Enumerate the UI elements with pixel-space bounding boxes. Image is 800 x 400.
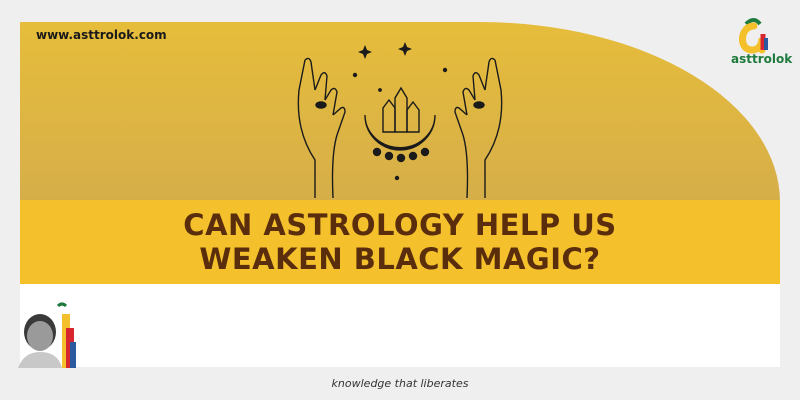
- bottom-white-strip: [20, 284, 780, 367]
- headline-line-1: CAN ASTROLOGY HELP US: [183, 208, 617, 242]
- headline-banner: CAN ASTROLOGY HELP US WEAKEN BLACK MAGIC…: [20, 200, 780, 284]
- brand-wordmark: asttrolok: [731, 52, 793, 66]
- hands-crystal-moon-illustration: [297, 42, 503, 199]
- tagline: knowledge that liberates: [331, 377, 469, 390]
- website-url[interactable]: www.asttrolok.com: [36, 28, 167, 42]
- presenter-avatar: [18, 302, 76, 368]
- headline-line-2: WEAKEN BLACK MAGIC?: [199, 242, 601, 276]
